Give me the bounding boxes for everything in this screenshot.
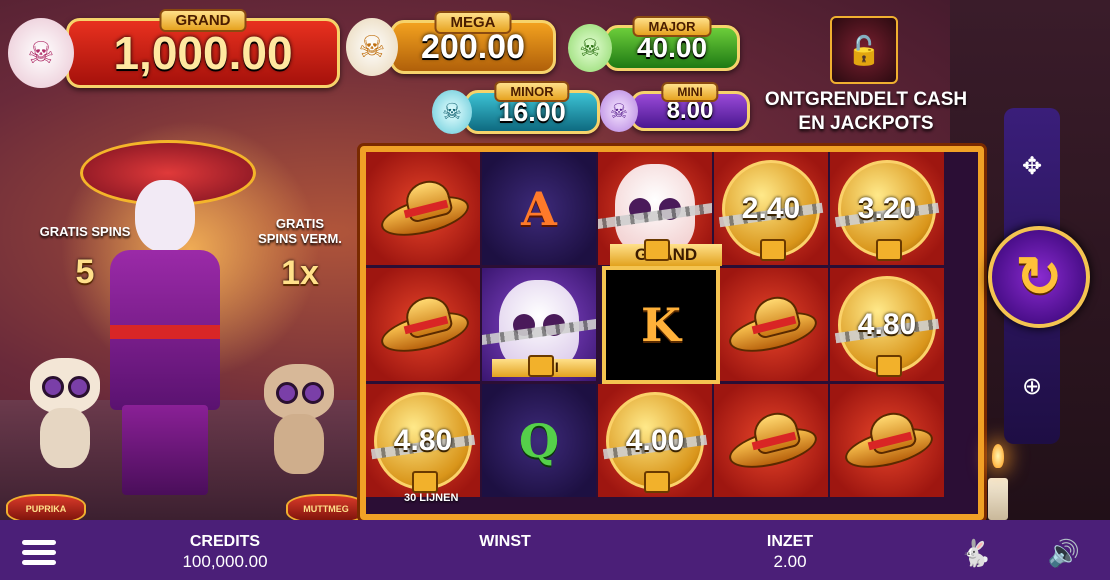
- symbol-sombrero: [830, 384, 944, 497]
- coin-value: 2.40: [741, 191, 801, 225]
- symbol-coin-locked: 3.20: [830, 152, 944, 265]
- symbol-letter-q: Q: [482, 384, 596, 497]
- mega-plate: MEGA 200.00: [390, 11, 556, 74]
- reel-grid: A 2.40 3.20 4.80 4.80 Q 4.00 MINI GRAND …: [360, 146, 984, 520]
- mini-label: MINI: [661, 82, 719, 102]
- padlock-icon: [760, 239, 786, 261]
- letter-a: A: [521, 181, 557, 236]
- coin-value: 4.80: [857, 307, 917, 341]
- character-sash: [110, 325, 220, 339]
- symbol-sombrero: [714, 384, 828, 497]
- padlock-icon: [876, 239, 902, 261]
- unlock-line-1: ONTGRENDELT CASH: [764, 89, 968, 110]
- bet-value[interactable]: 2.00: [742, 552, 838, 572]
- candle: [988, 478, 1008, 520]
- sound-button[interactable]: 🔊: [1046, 537, 1082, 569]
- free-spins-counter: GRATIS SPINS 5: [26, 224, 144, 292]
- multiplier-counter: GRATIS SPINS VERM. 1x: [238, 216, 362, 293]
- symbol-sombrero: [366, 268, 480, 381]
- win-label: WINST: [479, 533, 531, 550]
- symbol-coin-locked: 4.00: [598, 384, 712, 497]
- multiplier-value: 1x: [281, 254, 319, 292]
- dog-body: [274, 414, 324, 474]
- grand-amount: 1,000.00: [113, 27, 293, 79]
- skull-icon: ☠: [600, 90, 638, 132]
- move-icon[interactable]: ✥: [1012, 146, 1052, 186]
- dog-eye: [68, 376, 90, 398]
- free-spins-label: GRATIS SPINS: [39, 224, 131, 239]
- padlock-icon: [528, 355, 554, 377]
- major-label: MAJOR: [632, 16, 712, 37]
- credits-value: 100,000.00: [182, 552, 268, 571]
- dog-body: [40, 408, 90, 468]
- minor-label: MINOR: [494, 81, 570, 102]
- mega-label: MEGA: [434, 11, 512, 34]
- candle-flame: [992, 444, 1004, 468]
- mini-jackpot: ☠ MINI 8.00: [600, 82, 750, 132]
- menu-icon: [22, 540, 56, 545]
- coin-value: 4.00: [625, 423, 685, 457]
- lines-label: 30 LIJNEN: [404, 492, 459, 504]
- bet-label[interactable]: INZET: [742, 533, 838, 551]
- symbol-letter-a: A: [482, 152, 596, 265]
- symbol-coin-locked: 2.40: [714, 152, 828, 265]
- dog-eye: [42, 376, 64, 398]
- skull-icon: ☠: [432, 90, 472, 134]
- multiplier-label-2: SPINS VERM.: [258, 231, 342, 246]
- padlock-icon: [412, 471, 438, 493]
- spin-button[interactable]: ↻: [988, 226, 1090, 328]
- padlock-icon: [644, 471, 670, 493]
- symbol-letter-k-highlighted: K: [602, 266, 720, 384]
- minor-plate: MINOR 16.00: [464, 81, 600, 134]
- turbo-rabbit-icon: 🐇: [959, 537, 993, 568]
- letter-q: Q: [518, 413, 560, 468]
- padlock-icon: [876, 355, 902, 377]
- dog-eye: [302, 382, 324, 404]
- padlock-icon: [644, 239, 670, 261]
- symbol-sombrero: [366, 152, 480, 265]
- major-jackpot: ☠ MAJOR 40.00: [568, 16, 740, 72]
- minor-jackpot: ☠ MINOR 16.00: [432, 81, 600, 134]
- symbol-coin-locked: 4.80: [830, 268, 944, 381]
- coin-value: 3.20: [857, 191, 917, 225]
- grand-plate: GRAND 1,000.00: [66, 9, 340, 88]
- credits-label: CREDITS: [189, 533, 261, 550]
- autoplay-icon[interactable]: ⊕: [1012, 366, 1052, 406]
- character-legs: [122, 405, 208, 495]
- mega-jackpot: ☠ MEGA 200.00: [346, 11, 556, 76]
- skull-face: [135, 180, 195, 252]
- symbol-sombrero: [714, 268, 828, 381]
- coin-value: 4.80: [393, 423, 453, 457]
- grand-jackpot: ☠ GRAND 1,000.00: [8, 9, 340, 88]
- symbol-coin-locked: 4.80: [366, 384, 480, 497]
- skull-icon: ☠: [568, 24, 612, 72]
- unlock-feature-text: ONTGRENDELT CASH EN JACKPOTS: [760, 88, 972, 136]
- menu-button[interactable]: [22, 540, 56, 566]
- dog-eye: [276, 382, 298, 404]
- free-spins-value: 5: [75, 253, 95, 291]
- sound-icon: 🔊: [1047, 537, 1081, 568]
- mini-plate: MINI 8.00: [630, 82, 750, 131]
- turbo-button[interactable]: 🐇: [958, 537, 994, 569]
- dog-left: [30, 358, 100, 468]
- dog-right: [264, 364, 334, 474]
- skull-icon: ☠: [346, 18, 398, 76]
- mariachi-skeleton-character: [80, 140, 256, 500]
- padlock-icon: 🔓: [846, 34, 882, 66]
- major-plate: MAJOR 40.00: [604, 16, 740, 71]
- multiplier-label-1: GRATIS: [275, 216, 325, 231]
- grand-label: GRAND: [159, 9, 247, 32]
- skull-icon: ☠: [8, 18, 74, 88]
- letter-k: K: [641, 298, 681, 352]
- unlock-line-2: EN JACKPOTS: [798, 113, 934, 134]
- spin-icon: ↻: [1015, 245, 1063, 308]
- unlock-feature-badge: 🔓: [830, 16, 898, 84]
